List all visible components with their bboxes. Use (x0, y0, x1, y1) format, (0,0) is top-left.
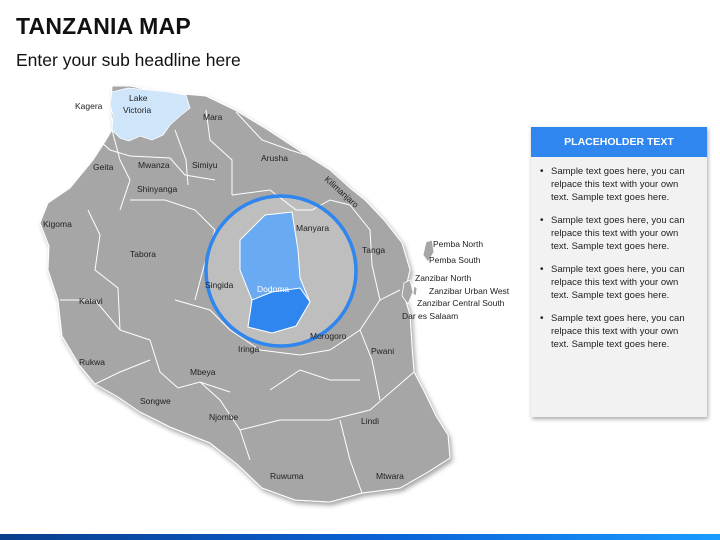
label-pwani: Pwani (371, 346, 394, 356)
panel-item: Sample text goes here, you can relpace t… (539, 214, 697, 253)
zoom-ring (204, 194, 358, 348)
placeholder-panel: PLACEHOLDER TEXT Sample text goes here, … (531, 127, 707, 417)
label-kagera: Kagera (75, 101, 103, 111)
label-shinyanga: Shinyanga (137, 184, 177, 194)
label-zanzibar-north: Zanzibar North (415, 273, 471, 283)
label-pemba-north: Pemba North (433, 239, 483, 249)
label-mara: Mara (203, 112, 223, 122)
label-manyara: Manyara (296, 223, 329, 233)
label-simiyu: Simiyu (192, 160, 218, 170)
panel-item: Sample text goes here, you can relpace t… (539, 263, 697, 302)
label-katavi: Katavi (79, 296, 103, 306)
label-arusha: Arusha (261, 153, 288, 163)
label-mwanza: Mwanza (138, 160, 170, 170)
label-lake-victoria-1: Lake (129, 93, 148, 103)
panel-header: PLACEHOLDER TEXT (531, 127, 707, 157)
panel-item: Sample text goes here, you can relpace t… (539, 312, 697, 351)
label-tabora: Tabora (130, 249, 156, 259)
label-songwe: Songwe (140, 396, 171, 406)
label-tanga: Tanga (362, 245, 385, 255)
label-mtwara: Mtwara (376, 471, 404, 481)
bottom-accent-bar (0, 534, 720, 540)
label-zanzibar-central-south: Zanzibar Central South (417, 298, 505, 308)
panel-item: Sample text goes here, you can relpace t… (539, 165, 697, 204)
label-lindi: Lindi (361, 416, 379, 426)
label-dodoma: Dodoma (257, 284, 289, 294)
label-ruvuma: Ruwuma (270, 471, 304, 481)
label-pemba-south: Pemba South (429, 255, 481, 265)
label-njombe: Njombe (209, 412, 239, 422)
label-lake-victoria-2: Victoria (123, 105, 151, 115)
label-zanzibar-urban-west: Zanzibar Urban West (429, 286, 510, 296)
label-singida: Singida (205, 280, 234, 290)
panel-list: Sample text goes here, you can relpace t… (531, 157, 707, 351)
label-kigoma: Kigoma (43, 219, 72, 229)
label-rukwa: Rukwa (79, 357, 105, 367)
label-iringa: Iringa (238, 344, 260, 354)
label-morogoro: Morogoro (310, 331, 347, 341)
label-mbeya: Mbeya (190, 367, 216, 377)
label-geita: Geita (93, 162, 114, 172)
label-dar-es-salaam: Dar es Salaam (402, 311, 458, 321)
